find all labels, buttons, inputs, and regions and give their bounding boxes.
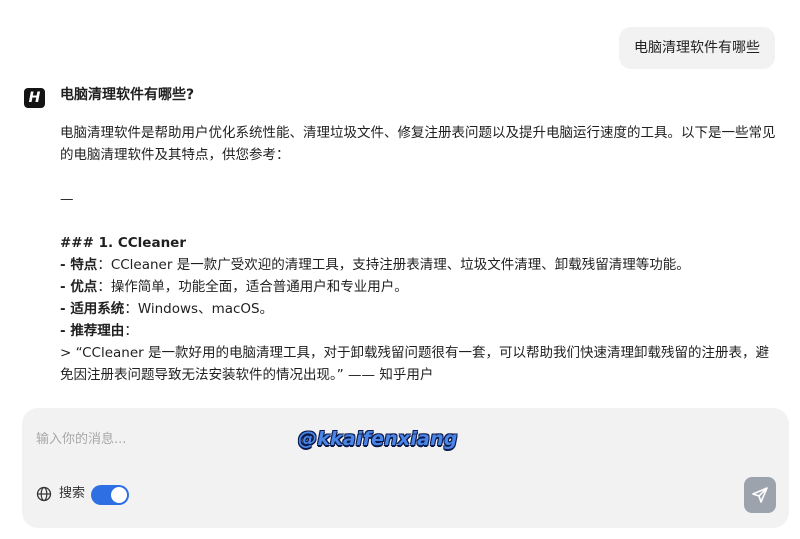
item-label: 适用系统 (70, 301, 125, 317)
item-text: CCleaner 是一款广受欢迎的清理工具，支持注册表清理、垃圾文件清理、卸载残… (110, 257, 690, 273)
list-item: - 特点：CCleaner 是一款广受欢迎的清理工具，支持注册表清理、垃圾文件清… (60, 257, 690, 273)
assistant-reply: 电脑清理软件有哪些? 电脑清理软件是帮助用户优化系统性能、清理垃圾文件、修复注册… (60, 84, 780, 386)
watermark-text: @kkaifenxiang (298, 428, 458, 450)
send-icon (752, 487, 768, 503)
send-button[interactable] (744, 477, 776, 513)
reply-intro: 电脑清理软件是帮助用户优化系统性能、清理垃圾文件、修复注册表问题以及提升电脑运行… (60, 125, 776, 163)
user-message-text: 电脑清理软件有哪些 (634, 40, 760, 56)
toggle-knob (111, 487, 127, 503)
item-label: 推荐理由 (70, 323, 125, 339)
list-item: - 推荐理由： (60, 323, 138, 339)
item-label: 特点 (70, 257, 98, 273)
user-message-bubble: 电脑清理软件有哪些 (619, 27, 775, 69)
reply-quote: > “CCleaner 是一款好用的电脑清理工具，对于卸载残留问题很有一套，可以… (60, 345, 769, 383)
item-label: 优点 (70, 279, 98, 295)
item-text: Windows、macOS。 (137, 301, 274, 317)
section-heading: ### 1. CCleaner (60, 235, 186, 251)
reply-title: 电脑清理软件有哪些? (60, 87, 195, 103)
search-toggle[interactable] (91, 485, 129, 505)
assistant-logo-icon: H (24, 88, 45, 108)
reply-divider: — (60, 191, 74, 207)
item-text: 操作简单，功能全面，适合普通用户和专业用户。 (110, 279, 408, 295)
list-item: - 适用系统：Windows、macOS。 (60, 301, 274, 317)
message-composer: 搜索 (22, 408, 789, 528)
globe-icon[interactable] (36, 486, 52, 502)
list-item: - 优点：操作简单，功能全面，适合普通用户和专业用户。 (60, 279, 408, 295)
search-label: 搜索 (59, 486, 86, 501)
